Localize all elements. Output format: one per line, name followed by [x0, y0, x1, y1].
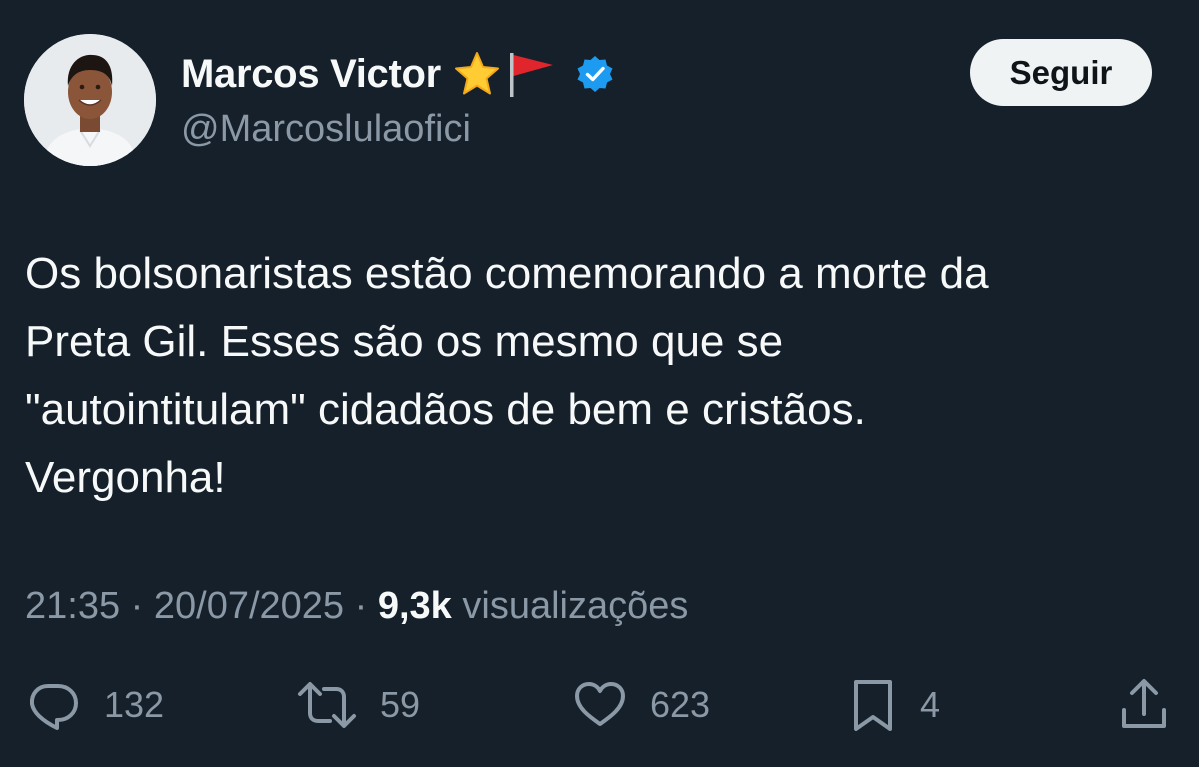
tweet-text-line: "autointitulam" cidadãos de bem e cristã…: [25, 385, 866, 434]
tweet-card: Marcos Victor @Marcoslulaofici Seguir Os…: [0, 0, 1199, 767]
red-flag-emoji-icon: [505, 49, 557, 99]
reply-button[interactable]: 132: [26, 672, 164, 738]
tweet-text-line: Preta Gil. Esses são os mesmo que se: [25, 317, 784, 366]
verified-badge-icon: [575, 54, 615, 94]
repost-button[interactable]: 59: [296, 672, 420, 738]
tweet-time[interactable]: 21:35: [25, 585, 120, 627]
action-bar: 132 59 623 4: [0, 672, 1199, 738]
tweet-date[interactable]: 20/07/2025: [154, 585, 344, 627]
share-icon: [1115, 676, 1173, 734]
bookmark-count: 4: [920, 684, 941, 725]
like-count: 623: [650, 684, 711, 725]
reply-count: 132: [104, 684, 165, 725]
avatar-image: [24, 34, 156, 166]
share-button[interactable]: [1115, 672, 1173, 738]
tweet-text-line: Os bolsonaristas estão comemorando a mor…: [25, 249, 989, 298]
bookmark-button[interactable]: 4: [848, 672, 940, 738]
tweet-text-line: Vergonha!: [25, 453, 226, 502]
heart-icon: [572, 677, 628, 733]
author-name-row: Marcos Victor: [181, 48, 615, 100]
author-display-name[interactable]: Marcos Victor: [181, 52, 441, 97]
meta-separator: ·: [130, 585, 144, 627]
author-handle[interactable]: @Marcoslulaofici: [181, 108, 471, 151]
views-label: visualizações: [462, 585, 689, 627]
star-emoji-icon: [453, 50, 501, 98]
repost-icon: [296, 677, 358, 733]
author-avatar[interactable]: [24, 34, 156, 166]
repost-count: 59: [380, 684, 421, 725]
tweet-text: Os bolsonaristas estão comemorando a mor…: [25, 240, 1175, 512]
like-button[interactable]: 623: [572, 672, 710, 738]
tweet-meta: 21:35 · 20/07/2025 · 9,3k visualizações: [25, 585, 688, 628]
meta-separator: ·: [354, 585, 368, 627]
follow-button[interactable]: Seguir: [970, 39, 1152, 106]
reply-icon: [26, 677, 82, 733]
views-count: 9,3k: [377, 585, 452, 627]
bookmark-icon: [848, 676, 898, 734]
